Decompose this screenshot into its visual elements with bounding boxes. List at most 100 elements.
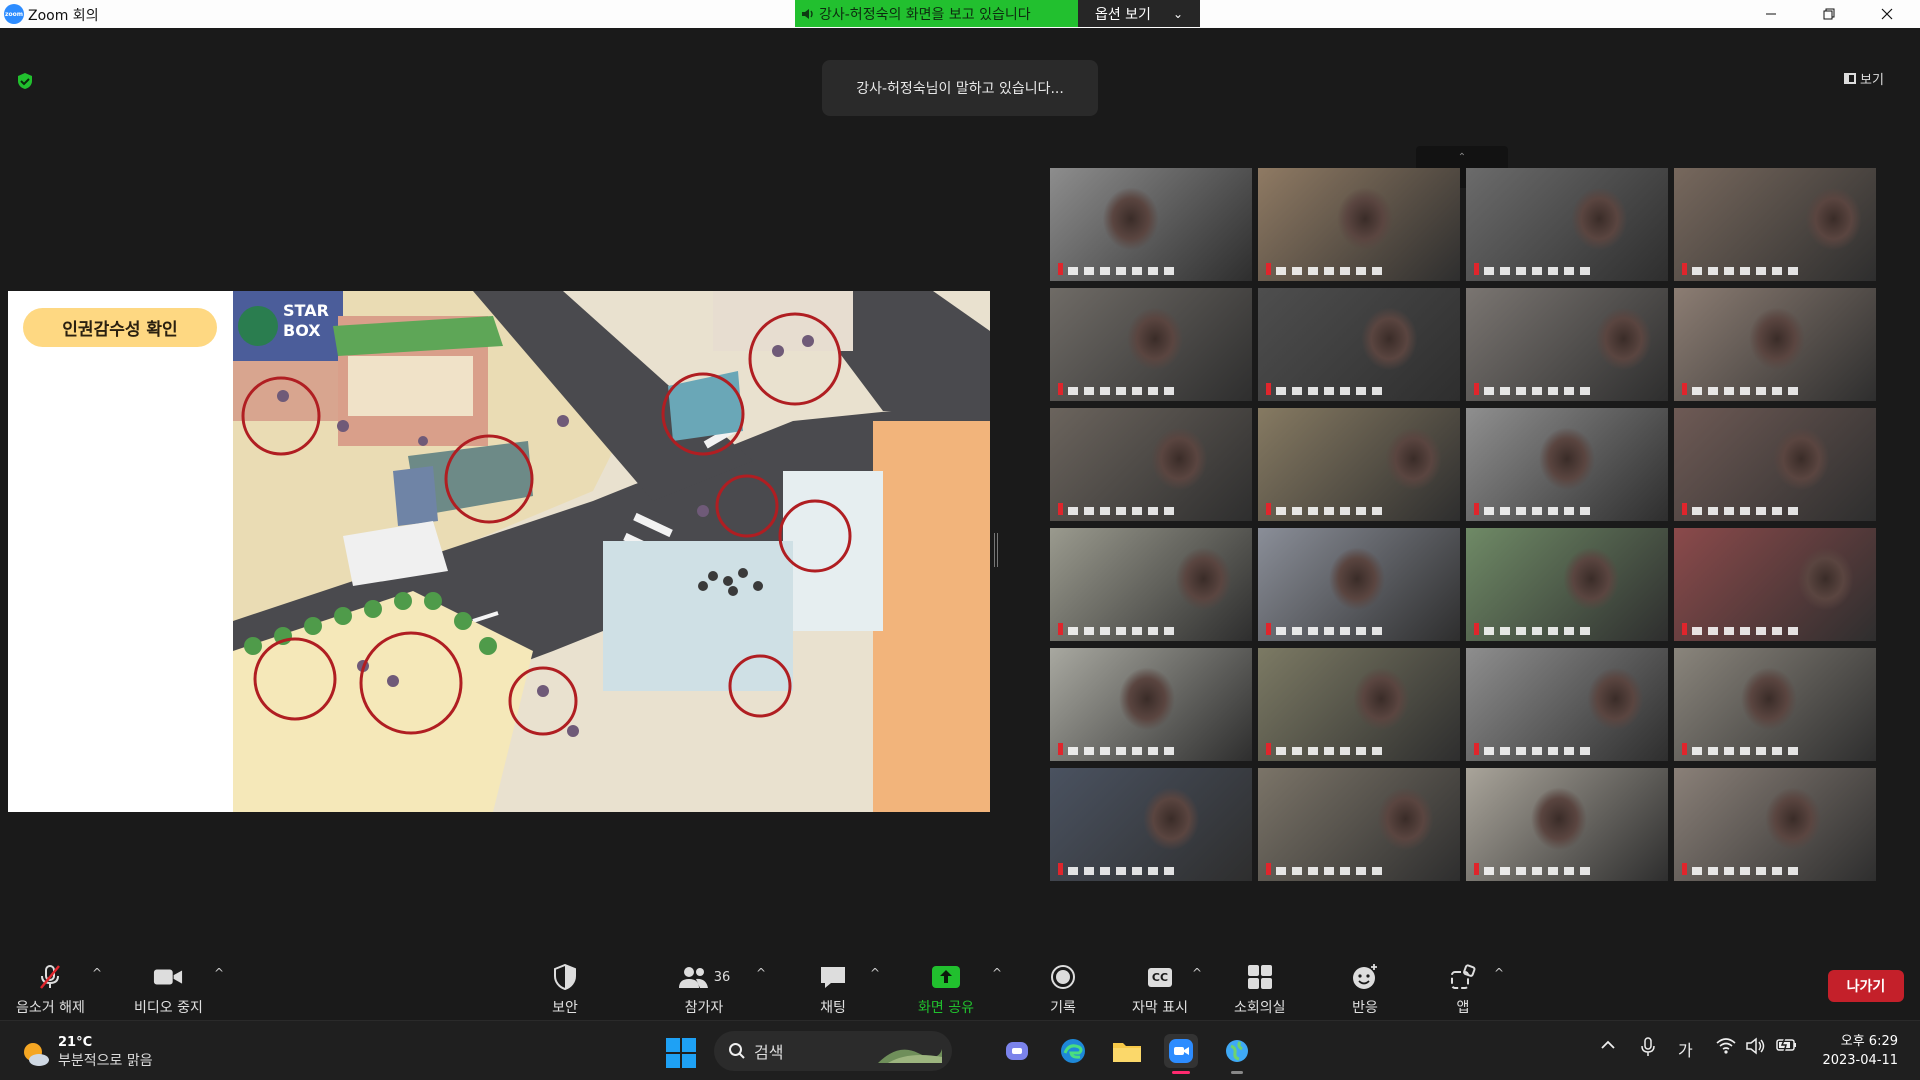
- taskbar-file-explorer[interactable]: [1110, 1034, 1144, 1068]
- taskbar-chat-app[interactable]: [1000, 1034, 1034, 1068]
- participant-video-feed: [1674, 648, 1876, 761]
- participant-video-tile[interactable]: [1674, 408, 1876, 521]
- participant-video-tile[interactable]: [1466, 168, 1668, 281]
- shield-icon: [550, 962, 580, 992]
- participant-video-tile[interactable]: [1050, 288, 1252, 401]
- taskbar-search-box[interactable]: 검색: [714, 1031, 952, 1071]
- muted-mic-icon: [1682, 623, 1687, 635]
- slide-margin: 인권감수성 확인: [8, 291, 233, 812]
- view-label: 보기: [1860, 72, 1884, 88]
- record-label: 기록: [1050, 1000, 1076, 1016]
- participant-video-tile[interactable]: [1674, 528, 1876, 641]
- captions-button[interactable]: CC 자막 표시: [1132, 958, 1188, 1017]
- encryption-shield-icon[interactable]: [16, 72, 34, 90]
- participant-video-tile[interactable]: [1050, 648, 1252, 761]
- windows-taskbar: 21°C 부분적으로 맑음 검색 가 오후 6:29 2023-04-11: [0, 1020, 1920, 1080]
- audio-options-caret[interactable]: ^: [92, 966, 102, 980]
- participants-options-caret[interactable]: ^: [756, 966, 766, 980]
- title-bar: zoom Zoom 회의 강사-허정숙의 화면을 보고 있습니다 옵션 보기 ⌄: [0, 0, 1920, 28]
- input-method-indicator[interactable]: 가: [1678, 1037, 1693, 1061]
- globe-icon: [1226, 1040, 1248, 1062]
- battery-tray-button[interactable]: [1776, 1037, 1798, 1057]
- view-button[interactable]: 보기: [1844, 66, 1884, 90]
- share-banner-text: 강사-허정숙의 화면을 보고 있습니다: [819, 6, 1031, 23]
- taskbar-globe-app[interactable]: [1220, 1034, 1254, 1074]
- apps-button[interactable]: 앱: [1448, 958, 1478, 1017]
- windows-start-button[interactable]: [666, 1038, 696, 1068]
- apps-options-caret[interactable]: ^: [1494, 966, 1504, 980]
- share-options-caret[interactable]: ^: [992, 966, 1002, 980]
- participant-video-tile[interactable]: [1674, 168, 1876, 281]
- taskbar-edge-app[interactable]: [1056, 1034, 1090, 1068]
- participant-video-tile[interactable]: [1466, 288, 1668, 401]
- show-hidden-icons-button[interactable]: [1600, 1037, 1616, 1057]
- participant-video-tile[interactable]: [1466, 648, 1668, 761]
- security-button[interactable]: 보안: [550, 958, 580, 1017]
- participant-video-tile[interactable]: [1674, 768, 1876, 881]
- chat-options-caret[interactable]: ^: [870, 966, 880, 980]
- video-options-caret[interactable]: ^: [214, 966, 224, 980]
- apps-label: 앱: [1456, 1000, 1470, 1016]
- sign-text-box: BOX: [283, 321, 321, 340]
- participant-video-tile[interactable]: [1258, 168, 1460, 281]
- breakout-rooms-button[interactable]: 소회의실: [1234, 958, 1286, 1017]
- muted-mic-icon: [1266, 623, 1271, 635]
- breakout-rooms-label: 소회의실: [1234, 1000, 1286, 1016]
- participant-video-tile[interactable]: [1050, 168, 1252, 281]
- taskbar-zoom-app[interactable]: [1164, 1034, 1198, 1074]
- captions-options-caret[interactable]: ^: [1192, 966, 1202, 980]
- muted-mic-icon: [1682, 263, 1687, 275]
- participant-name-label: [1484, 627, 1594, 635]
- security-label: 보안: [552, 1000, 578, 1016]
- apps-icon: [1448, 962, 1478, 992]
- leave-meeting-button[interactable]: 나가기: [1828, 970, 1904, 1002]
- zoom-icon: [1169, 1039, 1193, 1063]
- weather-condition: 부분적으로 맑음: [58, 1053, 153, 1069]
- weather-widget[interactable]: 21°C 부분적으로 맑음: [22, 1035, 153, 1070]
- split-drag-handle[interactable]: [994, 533, 998, 567]
- participant-video-tile[interactable]: [1050, 408, 1252, 521]
- chat-button[interactable]: 채팅: [818, 958, 848, 1017]
- unmute-button[interactable]: 음소거 해제: [16, 958, 85, 1017]
- taskbar-clock[interactable]: 오후 6:29 2023-04-11: [1812, 1032, 1898, 1070]
- volume-tray-button[interactable]: [1746, 1037, 1766, 1059]
- stop-video-button[interactable]: 비디오 중지: [134, 958, 203, 1017]
- close-window-button[interactable]: [1864, 2, 1910, 26]
- network-tray-button[interactable]: [1716, 1037, 1736, 1059]
- participant-video-tile[interactable]: [1258, 648, 1460, 761]
- start-tile-3: [666, 1054, 680, 1068]
- participant-video-tile[interactable]: [1258, 528, 1460, 641]
- muted-mic-icon: [1474, 263, 1479, 275]
- shared-screen: 인권감수성 확인 STAR BOX: [8, 291, 990, 812]
- active-app-indicator: [1172, 1071, 1190, 1074]
- minimize-button[interactable]: [1748, 2, 1794, 26]
- participant-video-tile[interactable]: [1466, 408, 1668, 521]
- participant-video-feed: [1050, 288, 1252, 401]
- participant-video-tile[interactable]: [1674, 648, 1876, 761]
- participant-video-feed: [1466, 528, 1668, 641]
- participant-video-feed: [1674, 168, 1876, 281]
- participant-video-feed: [1050, 528, 1252, 641]
- share-screen-button[interactable]: 화면 공유: [918, 958, 974, 1017]
- muted-mic-icon: [1058, 863, 1063, 875]
- restore-button[interactable]: [1806, 2, 1852, 26]
- participant-video-tile[interactable]: [1466, 768, 1668, 881]
- participants-button[interactable]: 36 참가자: [674, 958, 734, 1017]
- muted-mic-icon: [1474, 863, 1479, 875]
- participant-video-tile[interactable]: [1258, 768, 1460, 881]
- record-icon: [1048, 962, 1078, 992]
- participant-video-tile[interactable]: [1258, 288, 1460, 401]
- participant-video-tile[interactable]: [1674, 288, 1876, 401]
- participant-video-tile[interactable]: [1050, 768, 1252, 881]
- participant-video-tile[interactable]: [1466, 528, 1668, 641]
- participant-name-label: [1484, 867, 1594, 875]
- participant-name-label: [1484, 507, 1594, 515]
- breakout-rooms-icon: [1245, 962, 1275, 992]
- participant-video-feed: [1258, 288, 1460, 401]
- view-options-button[interactable]: 옵션 보기 ⌄: [1078, 0, 1200, 27]
- participant-video-tile[interactable]: [1258, 408, 1460, 521]
- reactions-button[interactable]: 반응: [1350, 958, 1380, 1017]
- record-button[interactable]: 기록: [1048, 958, 1078, 1017]
- participant-video-tile[interactable]: [1050, 528, 1252, 641]
- microphone-tray-button[interactable]: [1640, 1037, 1656, 1061]
